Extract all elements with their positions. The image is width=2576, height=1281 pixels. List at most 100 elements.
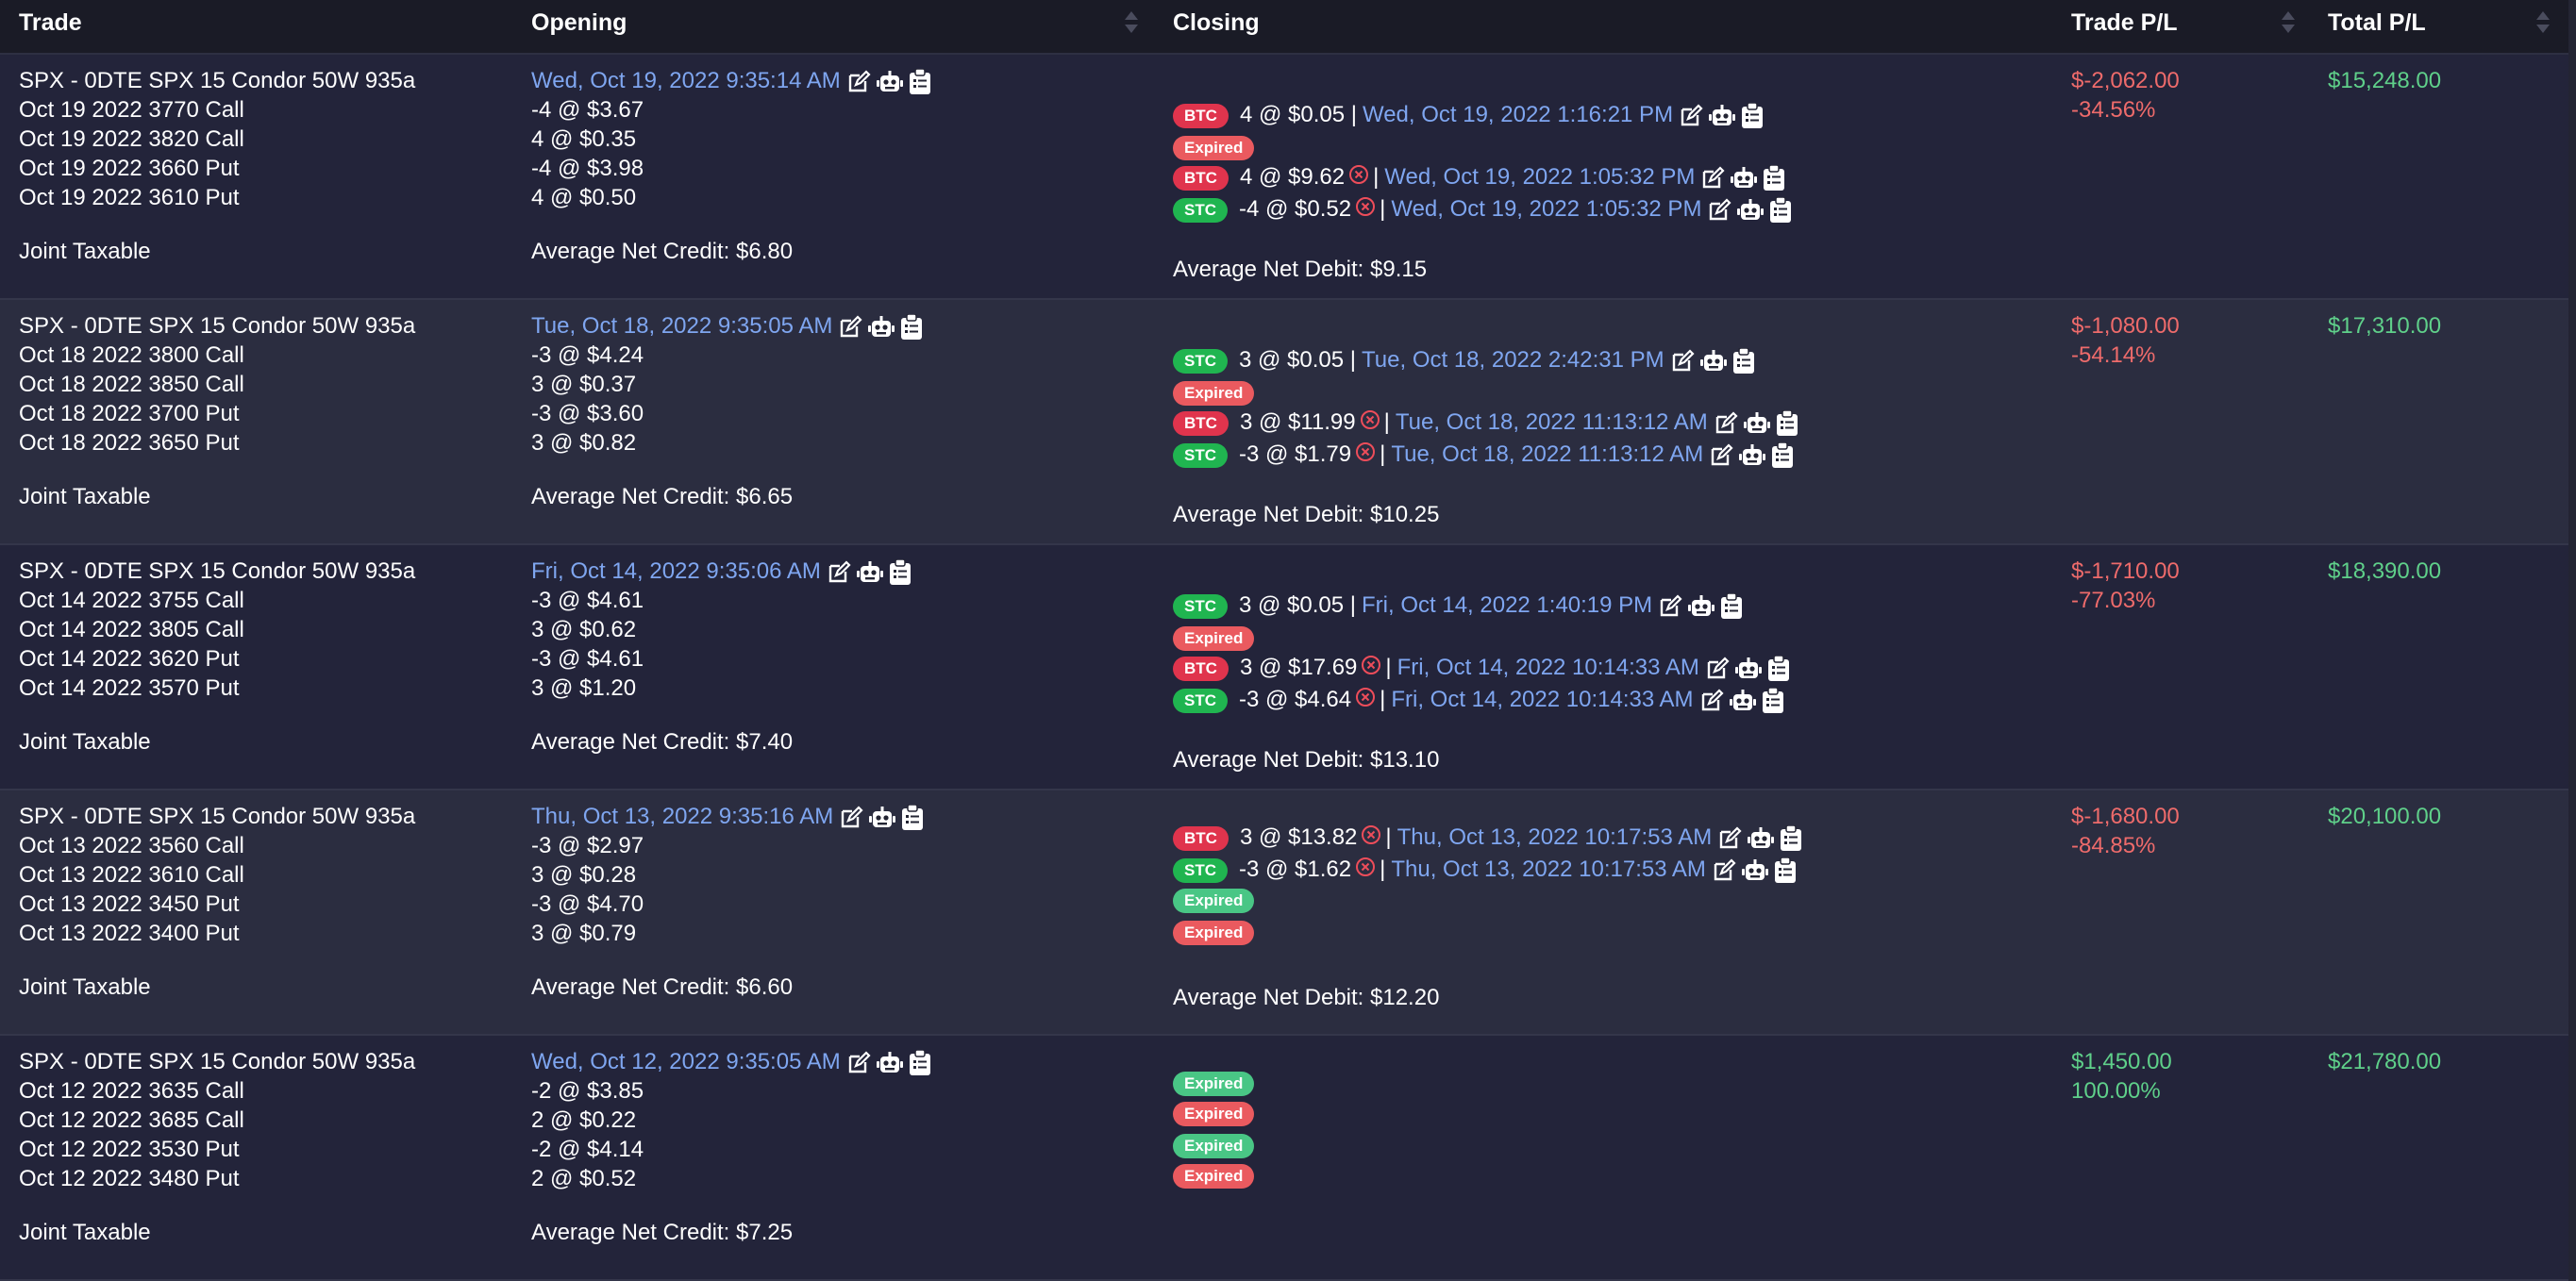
trade-leg: Oct 18 2022 3700 Put xyxy=(19,401,240,426)
closing-fill: -4 @ $0.52 xyxy=(1239,196,1352,222)
closing-badge: STC xyxy=(1173,442,1228,468)
edit-icon[interactable] xyxy=(839,806,863,830)
clipboard-icon[interactable] xyxy=(909,68,931,95)
avg-net-credit: Average Net Credit: $7.25 xyxy=(531,1220,794,1245)
closing-badge: BTC xyxy=(1173,825,1229,851)
clipboard-icon[interactable] xyxy=(1771,441,1794,469)
cancel-circle-icon[interactable] xyxy=(1361,654,1381,683)
clipboard-icon[interactable] xyxy=(1776,409,1798,437)
robot-icon[interactable] xyxy=(868,315,895,340)
robot-icon[interactable] xyxy=(1743,411,1770,436)
opening-date-link[interactable]: Tue, Oct 18, 2022 9:35:05 AM xyxy=(531,313,832,339)
robot-icon[interactable] xyxy=(1709,104,1736,128)
robot-icon[interactable] xyxy=(1737,198,1765,223)
edit-icon[interactable] xyxy=(827,560,851,585)
account-label: Joint Taxable xyxy=(19,484,151,509)
clipboard-icon[interactable] xyxy=(889,558,912,586)
trade-pl-percent: -34.56% xyxy=(2071,97,2156,123)
cancel-circle-icon[interactable] xyxy=(1360,408,1380,438)
edit-icon[interactable] xyxy=(846,70,871,94)
edit-icon[interactable] xyxy=(1717,826,1742,851)
trade-title: SPX - 0DTE SPX 15 Condor 50W 935a xyxy=(19,558,416,584)
clipboard-icon[interactable] xyxy=(1762,687,1784,714)
clipboard-icon[interactable] xyxy=(1720,592,1743,620)
edit-icon[interactable] xyxy=(1670,349,1695,374)
clipboard-icon[interactable] xyxy=(909,1049,931,1076)
edit-icon[interactable] xyxy=(1714,411,1738,436)
sort-opening-icon[interactable] xyxy=(1125,11,1138,40)
clipboard-icon[interactable] xyxy=(1769,196,1792,224)
closing-actions xyxy=(1673,102,1764,129)
clipboard-icon[interactable] xyxy=(1732,347,1755,374)
header-trade-pl[interactable]: Trade P/L xyxy=(2071,9,2178,37)
closing-date-link[interactable]: Tue, Oct 18, 2022 11:13:12 AM xyxy=(1391,441,1703,467)
edit-icon[interactable] xyxy=(838,315,862,340)
edit-icon[interactable] xyxy=(1658,594,1682,619)
opening-date-link[interactable]: Fri, Oct 14, 2022 9:35:06 AM xyxy=(531,558,821,584)
closing-date-link[interactable]: Wed, Oct 19, 2022 1:05:32 PM xyxy=(1384,164,1695,190)
clipboard-icon[interactable] xyxy=(900,313,923,341)
robot-icon[interactable] xyxy=(856,560,883,585)
robot-icon[interactable] xyxy=(1688,594,1715,619)
robot-icon[interactable] xyxy=(876,1051,903,1075)
cancel-circle-icon[interactable] xyxy=(1355,856,1376,885)
robot-icon[interactable] xyxy=(1748,826,1775,851)
trade-cell: SPX - 0DTE SPX 15 Condor 50W 935a Oct 12 … xyxy=(19,1047,415,1247)
clipboard-icon[interactable] xyxy=(1774,857,1797,884)
cancel-circle-icon[interactable] xyxy=(1355,195,1376,225)
closing-date-link[interactable]: Wed, Oct 19, 2022 1:05:32 PM xyxy=(1391,196,1701,222)
robot-icon[interactable] xyxy=(1699,349,1727,374)
edit-icon[interactable] xyxy=(1705,657,1730,681)
edit-icon[interactable] xyxy=(1707,198,1731,223)
robot-icon[interactable] xyxy=(869,806,896,830)
robot-icon[interactable] xyxy=(1731,166,1758,191)
opening-date-link[interactable]: Thu, Oct 13, 2022 9:35:16 AM xyxy=(531,804,833,829)
header-closing[interactable]: Closing xyxy=(1173,9,1260,37)
trade-leg: Oct 14 2022 3805 Call xyxy=(19,617,244,642)
header-trade[interactable]: Trade xyxy=(19,9,82,37)
sort-total-pl-icon[interactable] xyxy=(2536,11,2550,40)
separator: | xyxy=(1385,824,1392,850)
opening-date-link[interactable]: Wed, Oct 12, 2022 9:35:05 AM xyxy=(531,1049,841,1074)
header-opening[interactable]: Opening xyxy=(531,9,627,37)
edit-icon[interactable] xyxy=(1709,443,1733,468)
closing-date-link[interactable]: Fri, Oct 14, 2022 1:40:19 PM xyxy=(1362,592,1652,618)
edit-icon[interactable] xyxy=(1700,166,1725,191)
clipboard-icon[interactable] xyxy=(1780,824,1802,852)
closing-date-link[interactable]: Thu, Oct 13, 2022 10:17:53 AM xyxy=(1391,857,1706,882)
closing-actions xyxy=(1699,655,1790,682)
robot-icon[interactable] xyxy=(1734,657,1762,681)
cancel-circle-icon[interactable] xyxy=(1355,441,1376,470)
closing-date-link[interactable]: Fri, Oct 14, 2022 10:14:33 AM xyxy=(1391,687,1693,712)
edit-icon[interactable] xyxy=(1712,858,1736,883)
robot-icon[interactable] xyxy=(1729,689,1756,713)
closing-date-link[interactable]: Thu, Oct 13, 2022 10:17:53 AM xyxy=(1397,824,1713,850)
closing-line: STC 3 @ $0.05 | Tue, Oct 18, 2022 2:42:31 … xyxy=(1173,345,1755,375)
closing-line: STC -3 @ $4.64 | Fri, Oct 14, 2022 10:14:33… xyxy=(1173,685,1784,715)
closing-date-link[interactable]: Wed, Oct 19, 2022 1:16:21 PM xyxy=(1363,102,1673,127)
clipboard-icon[interactable] xyxy=(901,804,924,831)
closing-line: STC 3 @ $0.05 | Fri, Oct 14, 2022 1:40:19 … xyxy=(1173,591,1743,621)
robot-icon[interactable] xyxy=(1739,443,1766,468)
closing-date-link[interactable]: Tue, Oct 18, 2022 2:42:31 PM xyxy=(1362,347,1664,373)
clipboard-icon[interactable] xyxy=(1741,102,1764,129)
edit-icon[interactable] xyxy=(1679,104,1703,128)
closing-date-link[interactable]: Tue, Oct 18, 2022 11:13:12 AM xyxy=(1396,409,1708,435)
edit-icon[interactable] xyxy=(1699,689,1724,713)
opening-cell: Fri, Oct 14, 2022 9:35:06 AM -3 @ $4.61 3 … xyxy=(531,557,912,757)
edit-icon[interactable] xyxy=(846,1051,871,1075)
closing-badge: STC xyxy=(1173,593,1228,619)
robot-icon[interactable] xyxy=(1741,858,1768,883)
cancel-circle-icon[interactable] xyxy=(1355,686,1376,715)
cancel-circle-icon[interactable] xyxy=(1348,163,1369,192)
cancel-circle-icon[interactable] xyxy=(1361,824,1381,853)
closing-date-link[interactable]: Fri, Oct 14, 2022 10:14:33 AM xyxy=(1397,655,1699,680)
clipboard-icon[interactable] xyxy=(1763,164,1785,191)
clipboard-icon[interactable] xyxy=(1767,655,1790,682)
closing-actions xyxy=(1706,857,1797,884)
robot-icon[interactable] xyxy=(876,70,903,94)
opening-cell: Tue, Oct 18, 2022 9:35:05 AM -3 @ $4.24 3 … xyxy=(531,311,923,511)
header-total-pl[interactable]: Total P/L xyxy=(2328,9,2426,37)
opening-date-link[interactable]: Wed, Oct 19, 2022 9:35:14 AM xyxy=(531,68,841,93)
sort-trade-pl-icon[interactable] xyxy=(2282,11,2295,40)
